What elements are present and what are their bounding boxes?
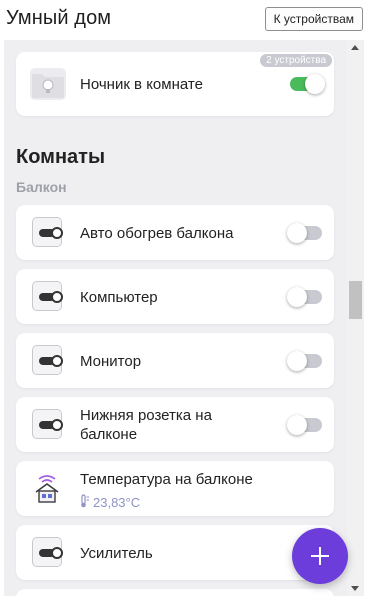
device-label: Усилитель [80, 545, 153, 562]
socket-dot [51, 355, 63, 367]
device-card[interactable]: Нижняя розетка на балконе [16, 397, 334, 452]
device-label: Монитор [80, 353, 142, 370]
toggle-knob [287, 415, 307, 435]
toggle-knob [305, 74, 325, 94]
device-toggle[interactable] [287, 351, 322, 371]
device-card-partial [16, 589, 334, 596]
device-toggle[interactable] [290, 74, 325, 94]
lamp-glyph [32, 74, 64, 98]
scroll-down-arrow-icon[interactable] [351, 586, 359, 591]
socket-icon [32, 217, 63, 247]
room-name-balcony: Балкон [16, 179, 67, 195]
device-card[interactable]: Усилитель [16, 525, 334, 580]
thermometer-icon [81, 494, 89, 508]
device-toggle[interactable] [287, 415, 322, 435]
device-label: Авто обогрев балкона [80, 225, 234, 242]
scrollbar-thumb[interactable] [349, 281, 362, 319]
rooms-section-title: Комнаты [16, 146, 106, 168]
socket-icon [32, 281, 63, 311]
device-label: Компьютер [80, 289, 158, 306]
lamp-icon [30, 68, 66, 100]
device-card[interactable]: Компьютер [16, 269, 334, 324]
sensor-label: Температура на балконе [80, 471, 253, 488]
device-toggle[interactable] [287, 223, 322, 243]
device-card-nightlight[interactable]: 2 устройства Ночник в комнате [16, 52, 334, 116]
scroll-content: 2 устройства Ночник в комнате Комнаты Ба… [4, 40, 347, 596]
socket-icon [32, 345, 63, 375]
socket-dot [51, 291, 63, 303]
toggle-knob [287, 287, 307, 307]
to-devices-button[interactable]: К устройствам [264, 7, 363, 31]
socket-dot [51, 419, 63, 431]
app-header: Умный дом К устройствам [0, 0, 367, 40]
app-title: Умный дом [6, 7, 112, 29]
sensor-card[interactable]: Температура на балконе 23,83°C [16, 461, 334, 516]
plus-icon-vertical [319, 547, 321, 565]
toggle-knob [287, 351, 307, 371]
toggle-knob [287, 223, 307, 243]
add-button[interactable] [292, 528, 348, 584]
device-card[interactable]: Монитор [16, 333, 334, 388]
device-count-badge: 2 устройства [260, 54, 332, 67]
device-toggle[interactable] [287, 287, 322, 307]
socket-dot [51, 547, 63, 559]
vertical-scrollbar[interactable] [347, 40, 364, 596]
socket-dot [51, 227, 63, 239]
socket-icon [32, 409, 63, 439]
home-sensor-icon [35, 475, 59, 503]
scroll-up-arrow-icon[interactable] [351, 45, 359, 50]
device-label: Нижняя розетка на балконе [80, 407, 212, 443]
device-label: Ночник в комнате [80, 76, 203, 93]
device-card[interactable]: Авто обогрев балкона [16, 205, 334, 260]
temperature-value: 23,83°C [93, 495, 141, 510]
socket-icon [32, 537, 63, 567]
bottom-edge [0, 596, 367, 602]
